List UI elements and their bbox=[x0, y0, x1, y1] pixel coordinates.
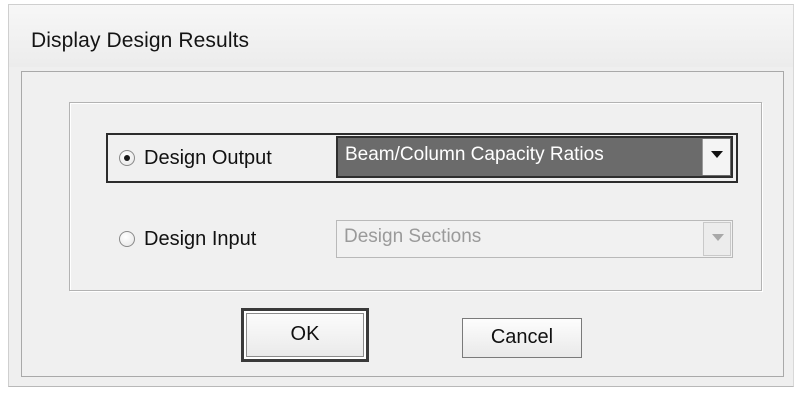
title-bar[interactable]: Display Design Results bbox=[9, 5, 793, 67]
design-input-label[interactable]: Design Input bbox=[144, 228, 256, 251]
cancel-button[interactable]: Cancel bbox=[462, 318, 582, 358]
design-input-radio[interactable] bbox=[119, 231, 135, 247]
display-design-results-dialog: Display Design Results Design Output Bea… bbox=[8, 4, 794, 387]
design-output-dropdown[interactable]: Beam/Column Capacity Ratios bbox=[336, 136, 733, 178]
cancel-button-label: Cancel bbox=[490, 326, 554, 348]
dialog-title: Display Design Results bbox=[31, 29, 250, 52]
dialog-body: Design Output Beam/Column Capacity Ratio… bbox=[21, 71, 784, 377]
design-output-dropdown-button[interactable] bbox=[702, 139, 730, 175]
design-output-label[interactable]: Design Output bbox=[144, 147, 272, 170]
chevron-down-icon bbox=[711, 151, 723, 158]
design-output-dropdown-value: Beam/Column Capacity Ratios bbox=[345, 144, 604, 165]
radio-selected-icon bbox=[124, 155, 130, 161]
chevron-down-icon bbox=[712, 234, 724, 241]
ok-button-label: OK bbox=[290, 323, 320, 345]
options-group: Design Output Beam/Column Capacity Ratio… bbox=[69, 102, 762, 291]
design-input-dropdown-button bbox=[703, 222, 731, 256]
design-input-dropdown: Design Sections bbox=[336, 220, 733, 258]
design-input-dropdown-value: Design Sections bbox=[344, 226, 482, 247]
design-output-radio[interactable] bbox=[119, 150, 135, 166]
ok-button[interactable]: OK bbox=[241, 308, 369, 362]
